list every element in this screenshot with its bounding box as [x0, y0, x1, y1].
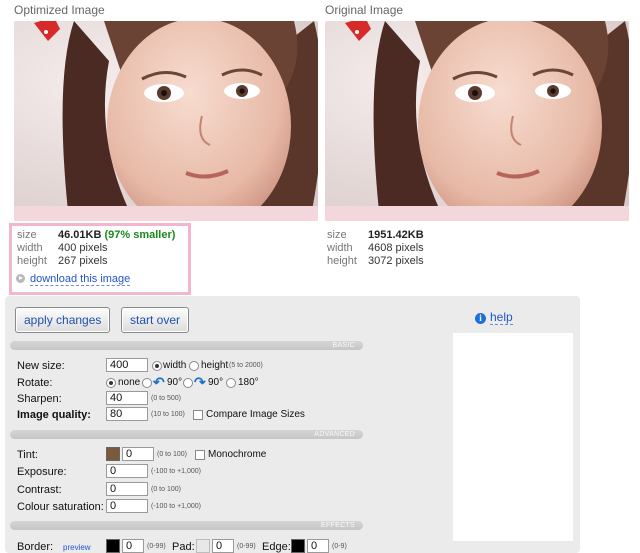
- quality-range-hint: (10 to 100): [151, 411, 185, 418]
- monochrome-checkbox[interactable]: [195, 450, 205, 460]
- rotate-none-radio[interactable]: [106, 378, 116, 388]
- width-label: width: [327, 242, 353, 254]
- section-effects-bar: EFFECTS: [10, 521, 363, 530]
- tint-range-hint: (0 to 100): [157, 451, 187, 458]
- size-label: size: [327, 229, 347, 241]
- original-info: size 1951.42KB width 4608 pixels height 307…: [327, 229, 424, 268]
- edge-range-hint: (0-9): [332, 543, 347, 550]
- exposure-label: Exposure:: [17, 466, 67, 478]
- new-size-label: New size:: [17, 360, 65, 372]
- colour-saturation-label: Colour saturation:: [17, 501, 104, 513]
- original-image-preview: [325, 21, 629, 221]
- pad-color-swatch[interactable]: [196, 539, 210, 553]
- info-icon: i: [475, 313, 486, 324]
- pad-input[interactable]: 0: [212, 539, 234, 553]
- height-range-hint: (5 to 2000): [229, 362, 263, 369]
- rotate-left-radio[interactable]: [142, 378, 152, 388]
- border-range-hint: (0-99): [147, 543, 166, 550]
- new-size-input[interactable]: 400: [106, 358, 148, 372]
- rotate-left-icon: ↶: [153, 374, 165, 390]
- height-option-label: height: [201, 360, 229, 371]
- pad-label: Pad:: [172, 541, 195, 553]
- rotate-right-radio[interactable]: [183, 378, 193, 388]
- rotate-right-icon: ↷: [194, 374, 206, 390]
- download-link-row: download this image: [16, 273, 131, 286]
- rotate-none-label: none: [118, 377, 141, 388]
- height-label: height: [327, 255, 357, 267]
- size-savings: (97% smaller): [104, 229, 176, 241]
- contrast-input[interactable]: 0: [106, 482, 148, 496]
- help-link[interactable]: help: [490, 310, 513, 325]
- help-content-box: [453, 333, 573, 541]
- play-bullet-icon: [16, 274, 25, 283]
- start-over-button[interactable]: start over: [121, 307, 190, 333]
- tint-label: Tint:: [17, 449, 38, 461]
- sharpen-range-hint: (0 to 500): [151, 395, 181, 402]
- pad-range-hint: (0-99): [237, 543, 256, 550]
- optimized-image-title: Optimized Image: [14, 3, 105, 17]
- monochrome-label: Monochrome: [208, 449, 267, 460]
- rotate-right-label: 90°: [208, 377, 224, 388]
- original-height-value: 3072 pixels: [368, 255, 424, 267]
- section-basic-bar: BASIC: [10, 341, 363, 350]
- tint-input[interactable]: 0: [122, 447, 154, 461]
- height-radio[interactable]: [189, 361, 199, 371]
- optimized-height-value: 267 pixels: [58, 255, 108, 267]
- height-label: height: [17, 255, 47, 267]
- width-label: width: [17, 242, 43, 254]
- border-preview-link[interactable]: preview: [63, 543, 91, 552]
- help-link-row: i help: [475, 310, 513, 325]
- contrast-label: Contrast:: [17, 484, 62, 496]
- image-quality-label: Image quality:: [17, 409, 91, 421]
- contrast-range-hint: (0 to 100): [151, 486, 181, 493]
- border-width-input[interactable]: 0: [122, 539, 144, 553]
- rotate-left-label: 90°: [167, 377, 183, 388]
- tint-color-swatch[interactable]: [106, 447, 120, 461]
- original-image-title: Original Image: [325, 3, 404, 17]
- sharpen-input[interactable]: 40: [106, 391, 148, 405]
- width-radio[interactable]: [152, 361, 162, 371]
- rotate-180-label: 180°: [238, 377, 259, 388]
- sharpen-label: Sharpen:: [17, 393, 62, 405]
- rotate-180-radio[interactable]: [226, 378, 236, 388]
- original-size-value: 1951.42KB: [368, 229, 424, 241]
- optimized-info: size 46.01KB (97% smaller) width 400 pixel…: [17, 229, 175, 268]
- edge-input[interactable]: 0: [307, 539, 329, 553]
- border-label: Border:: [17, 541, 54, 553]
- download-image-link[interactable]: download this image: [30, 273, 131, 286]
- section-advanced-bar: ADVANCED: [10, 430, 363, 439]
- image-quality-input[interactable]: 80: [106, 407, 148, 421]
- width-option-label: width: [163, 360, 187, 371]
- optimized-size-value: 46.01KB: [58, 229, 102, 241]
- compare-sizes-label: Compare Image Sizes: [206, 409, 305, 420]
- edge-color-swatch[interactable]: [291, 539, 305, 553]
- edge-label: Edge:: [262, 541, 291, 553]
- original-width-value: 4608 pixels: [368, 242, 424, 254]
- exposure-input[interactable]: 0: [106, 464, 148, 478]
- optimized-image-preview: [14, 21, 318, 221]
- saturation-range-hint: (-100 to +1,000): [151, 503, 202, 510]
- size-label: size: [17, 229, 37, 241]
- border-color-swatch[interactable]: [106, 539, 120, 553]
- colour-saturation-input[interactable]: 0: [106, 499, 148, 513]
- optimized-width-value: 400 pixels: [58, 242, 108, 254]
- apply-changes-button[interactable]: apply changes: [15, 307, 111, 333]
- compare-sizes-checkbox[interactable]: [193, 410, 203, 420]
- rotate-label: Rotate:: [17, 377, 53, 389]
- exposure-range-hint: (-100 to +1,000): [151, 468, 202, 475]
